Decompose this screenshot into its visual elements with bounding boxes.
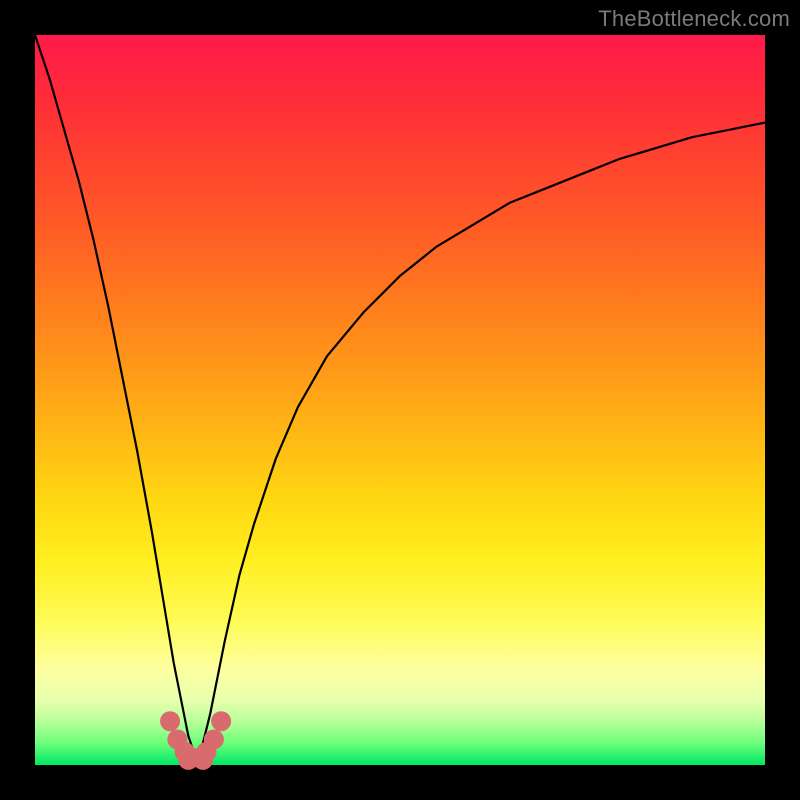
cusp-dot [160, 711, 180, 731]
bottleneck-curve [35, 35, 765, 758]
cusp-dot [211, 711, 231, 731]
chart-frame: TheBottleneck.com [0, 0, 800, 800]
watermark-text: TheBottleneck.com [598, 6, 790, 32]
cusp-marker-cluster [160, 711, 231, 770]
plot-area [35, 35, 765, 765]
chart-svg [35, 35, 765, 765]
cusp-dot [204, 729, 224, 749]
cusp-dot [193, 750, 213, 770]
